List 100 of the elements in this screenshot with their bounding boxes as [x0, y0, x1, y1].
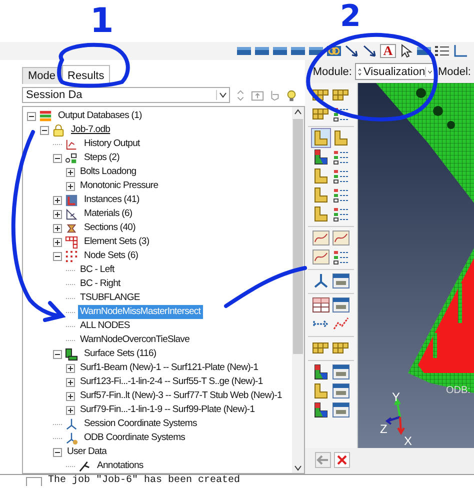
expand-icon[interactable] — [66, 182, 75, 190]
expand-icon[interactable] — [66, 378, 75, 386]
odb-label: ODB: — [446, 385, 470, 396]
tree-item[interactable]: Surf1-Beam (New)-1 -- Surf121-Plate (New)-1 — [78, 361, 260, 375]
window-icon[interactable] — [332, 401, 350, 419]
chart-icon — [65, 138, 78, 150]
list-icon[interactable] — [332, 105, 350, 123]
tree-item[interactable]: Output Databases (1) — [56, 109, 144, 123]
expand-icon[interactable] — [66, 406, 75, 414]
folder-up-icon[interactable] — [251, 88, 264, 102]
contour-icon[interactable] — [312, 363, 330, 381]
collapse-icon[interactable] — [53, 252, 62, 260]
l-shape-icon[interactable] — [312, 382, 330, 400]
tree-item[interactable]: WarnNodeOverconTieSlave — [78, 333, 192, 347]
expand-icon[interactable] — [66, 168, 75, 176]
collapse-icon[interactable] — [53, 448, 62, 456]
contour-icon[interactable] — [312, 401, 330, 419]
tree-item[interactable]: Annotations — [95, 459, 146, 473]
tree-item[interactable]: BC - Left — [78, 263, 116, 277]
dropdown-caret-icon[interactable] — [425, 66, 434, 76]
list-icon[interactable] — [332, 186, 350, 204]
tree-item[interactable]: Instances (41) — [82, 193, 142, 207]
tree-item[interactable]: History Output — [82, 137, 142, 151]
axes-icon[interactable] — [312, 272, 330, 290]
toolbar-icon[interactable] — [236, 44, 252, 58]
l-shape-icon[interactable] — [312, 186, 330, 204]
tree-item[interactable]: Steps (2) — [82, 151, 122, 165]
expand-icon[interactable] — [66, 392, 75, 400]
plot-icon[interactable] — [312, 229, 330, 247]
element-grid-icon — [65, 236, 78, 248]
tree-item[interactable]: User Data — [65, 445, 109, 459]
expand-icon[interactable] — [53, 224, 62, 232]
l-shape-icon[interactable] — [312, 129, 330, 147]
tree-item[interactable]: Surf79-Fin...-1-lin-1-9 -- Surf99-Plate (New)-1 — [78, 403, 257, 417]
scroll-down-icon[interactable] — [292, 463, 303, 473]
tree-item[interactable]: BC - Right — [78, 277, 122, 291]
tab[interactable]: Results — [62, 65, 110, 84]
expand-icon[interactable] — [53, 196, 62, 204]
list-icon[interactable] — [434, 44, 450, 58]
arrow-icon[interactable] — [362, 44, 378, 58]
tree-item[interactable]: Session Coordinate Systems — [82, 417, 199, 431]
toolbar-icon[interactable] — [290, 44, 306, 58]
tree-item[interactable]: ALL NODES — [78, 319, 132, 333]
expand-icon[interactable] — [53, 238, 62, 246]
tree-item[interactable]: Element Sets (3) — [82, 235, 152, 249]
tree-item[interactable]: Sections (40) — [82, 221, 138, 235]
tree-item[interactable]: Surface Sets (116) — [82, 347, 158, 361]
toolbar-icon[interactable] — [272, 44, 288, 58]
tree-item[interactable]: ODB Coordinate Systems — [82, 431, 188, 445]
scroll-up-icon[interactable] — [292, 107, 303, 117]
list-icon[interactable] — [332, 167, 350, 185]
expand-icon[interactable] — [53, 210, 62, 218]
tab[interactable]: Mode — [22, 67, 62, 84]
lightbulb-icon[interactable] — [285, 88, 298, 102]
close-icon[interactable] — [334, 452, 350, 468]
window-icon[interactable] — [332, 363, 350, 381]
tree-item[interactable]: TSUBFLANGE — [78, 291, 142, 305]
list-icon[interactable] — [332, 248, 350, 266]
axes-icon — [65, 418, 78, 430]
surface-icon — [65, 348, 78, 360]
collapse-icon[interactable] — [27, 112, 36, 120]
collapse-icon[interactable] — [40, 126, 49, 134]
list-icon[interactable] — [332, 205, 350, 223]
scrollbar[interactable] — [292, 107, 304, 473]
window-icon[interactable] — [332, 382, 350, 400]
tree-item[interactable]: Node Sets (6) — [82, 249, 140, 263]
l-shape-icon[interactable] — [312, 167, 330, 185]
database-icon — [39, 110, 52, 122]
table-icon[interactable] — [312, 296, 330, 314]
arrow-icon[interactable] — [344, 44, 360, 58]
toolbar-icon[interactable] — [254, 44, 270, 58]
lock-icon — [52, 124, 65, 136]
plot-icon[interactable] — [332, 229, 350, 247]
viewport[interactable]: Y Z X ODB: — [358, 83, 474, 448]
steps-icon — [65, 152, 78, 164]
expand-icon[interactable] — [66, 364, 75, 372]
module-combo[interactable]: Visualization — [354, 63, 435, 80]
plot-icon[interactable] — [312, 248, 330, 266]
node-dots-icon — [65, 250, 78, 262]
window-icon[interactable] — [332, 296, 350, 314]
collapse-icon[interactable] — [53, 350, 62, 358]
collapse-icon[interactable] — [53, 154, 62, 162]
axes-icon[interactable] — [452, 44, 468, 58]
handwritten-number: 2 — [340, 0, 361, 34]
l-shape-icon[interactable] — [332, 129, 350, 147]
tree-item[interactable]: Job-7.odb — [69, 123, 112, 137]
scrollbar-thumb[interactable] — [292, 119, 303, 354]
l-shape-icon[interactable] — [312, 205, 330, 223]
tree-item[interactable]: Bolts Loadong — [78, 165, 138, 179]
text-tool-button[interactable]: A — [380, 44, 396, 58]
tree-item[interactable]: Monotonic Pressure — [78, 179, 160, 193]
tree-item[interactable]: Surf57-Fin..lt (New)-3 -- Surf77-T Stub Web (New)-1 — [78, 389, 284, 403]
part-icon — [65, 194, 78, 206]
session-combo[interactable]: Session Da — [22, 87, 230, 103]
contour-icon[interactable] — [312, 148, 330, 166]
list-icon[interactable] — [332, 148, 350, 166]
tree-item[interactable]: Surf123-Fi...-1-lin-2-4 -- Surf55-T S..ge (New)-1 — [78, 375, 265, 389]
tree-item[interactable]: Materials (6) — [82, 207, 134, 221]
window-icon[interactable] — [332, 272, 350, 290]
dropdown-caret-icon[interactable] — [216, 90, 229, 100]
